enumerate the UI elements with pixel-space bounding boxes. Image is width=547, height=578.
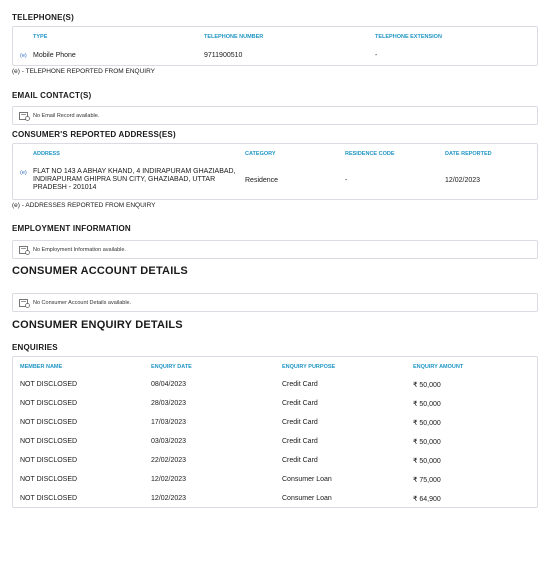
document-icon bbox=[19, 299, 30, 308]
enquiry-amount: ₹ 64,900 bbox=[413, 496, 441, 503]
enquiry-amount: ₹ 50,000 bbox=[413, 401, 441, 408]
enquiry-date: 28/03/2023 bbox=[151, 400, 187, 407]
account-empty-text: No Consumer Account Details available. bbox=[33, 300, 132, 306]
account-empty-box: No Consumer Account Details available. bbox=[12, 293, 538, 312]
telephone-number: 9711900510 bbox=[204, 52, 243, 59]
col-residence-code: RESIDENCE CODE bbox=[345, 151, 395, 157]
col-enquiry-purpose: ENQUIRY PURPOSE bbox=[282, 364, 336, 370]
table-row: NOT DISCLOSED 22/02/2023 Credit Card ₹ 5… bbox=[13, 456, 537, 475]
email-empty-text: No Email Record available. bbox=[33, 113, 100, 119]
telephone-table: TYPE TELEPHONE NUMBER TELEPHONE EXTENSIO… bbox=[12, 26, 538, 66]
enquiry-amount: ₹ 50,000 bbox=[413, 420, 441, 427]
enquiry-amount: ₹ 50,000 bbox=[413, 382, 441, 389]
enquiry-amount: ₹ 75,000 bbox=[413, 477, 441, 484]
member-name: NOT DISCLOSED bbox=[20, 419, 78, 426]
enquiry-tag: (e) bbox=[20, 170, 27, 176]
table-row: NOT DISCLOSED 08/04/2023 Credit Card ₹ 5… bbox=[13, 380, 537, 399]
date-reported: 12/02/2023 bbox=[445, 177, 481, 184]
col-telephone-number: TELEPHONE NUMBER bbox=[204, 34, 264, 40]
telephone-type: Mobile Phone bbox=[33, 52, 76, 59]
enquiry-tag: (e) bbox=[20, 53, 27, 59]
employment-empty-text: No Employment Information available. bbox=[33, 247, 126, 253]
enquiry-purpose: Credit Card bbox=[282, 457, 318, 464]
enquiry-date: 12/02/2023 bbox=[151, 495, 187, 502]
table-row: NOT DISCLOSED 28/03/2023 Credit Card ₹ 5… bbox=[13, 399, 537, 418]
col-address: ADDRESS bbox=[33, 151, 60, 157]
enquiry-purpose: Credit Card bbox=[282, 381, 318, 388]
enquiry-amount: ₹ 50,000 bbox=[413, 458, 441, 465]
col-enquiry-amount: ENQUIRY AMOUNT bbox=[413, 364, 464, 370]
address-note: (e) - ADDRESSES REPORTED FROM ENQUIRY bbox=[12, 202, 156, 209]
enquiry-date: 03/03/2023 bbox=[151, 438, 187, 445]
member-name: NOT DISCLOSED bbox=[20, 381, 78, 388]
col-telephone-extension: TELEPHONE EXTENSION bbox=[375, 34, 442, 40]
enquiry-purpose: Credit Card bbox=[282, 419, 318, 426]
employment-empty-box: No Employment Information available. bbox=[12, 240, 538, 259]
enquiry-date: 17/03/2023 bbox=[151, 419, 187, 426]
employment-heading: EMPLOYMENT INFORMATION bbox=[12, 224, 131, 233]
col-category: CATEGORY bbox=[245, 151, 276, 157]
telephone-heading: TELEPHONE(S) bbox=[12, 13, 74, 22]
email-empty-box: No Email Record available. bbox=[12, 106, 538, 125]
address-heading: CONSUMER'S REPORTED ADDRESS(ES) bbox=[12, 130, 176, 139]
account-details-heading: CONSUMER ACCOUNT DETAILS bbox=[12, 265, 188, 277]
member-name: NOT DISCLOSED bbox=[20, 400, 78, 407]
telephone-note: (e) - TELEPHONE REPORTED FROM ENQUIRY bbox=[12, 68, 156, 75]
enquiry-purpose: Consumer Loan bbox=[282, 495, 332, 502]
address-line-2: INDIRAPURAM GHIPRA SUN CITY, GHAZIABAD, … bbox=[33, 176, 216, 183]
address-line-3: PRADESH - 201014 bbox=[33, 184, 97, 191]
member-name: NOT DISCLOSED bbox=[20, 438, 78, 445]
member-name: NOT DISCLOSED bbox=[20, 476, 78, 483]
address-category: Residence bbox=[245, 177, 279, 184]
document-icon bbox=[19, 112, 30, 121]
table-row: NOT DISCLOSED 12/02/2023 Consumer Loan ₹… bbox=[13, 475, 537, 494]
telephone-extension: - bbox=[375, 52, 378, 59]
enquiry-date: 22/02/2023 bbox=[151, 457, 187, 464]
email-heading: EMAIL CONTACT(S) bbox=[12, 91, 92, 100]
enquiry-date: 08/04/2023 bbox=[151, 381, 187, 388]
table-row: NOT DISCLOSED 12/02/2023 Consumer Loan ₹… bbox=[13, 494, 537, 513]
enquiries-table: MEMBER NAME ENQUIRY DATE ENQUIRY PURPOSE… bbox=[12, 356, 538, 508]
member-name: NOT DISCLOSED bbox=[20, 457, 78, 464]
enquiry-purpose: Credit Card bbox=[282, 438, 318, 445]
col-member-name: MEMBER NAME bbox=[20, 364, 63, 370]
address-table: ADDRESS CATEGORY RESIDENCE CODE DATE REP… bbox=[12, 143, 538, 200]
document-icon bbox=[19, 246, 30, 255]
col-date-reported: DATE REPORTED bbox=[445, 151, 492, 157]
enquiry-date: 12/02/2023 bbox=[151, 476, 187, 483]
address-text: FLAT NO 143 A ABHAY KHAND, 4 INDIRAPURAM… bbox=[33, 168, 236, 192]
enquiry-amount: ₹ 50,000 bbox=[413, 439, 441, 446]
enquiries-heading: ENQUIRIES bbox=[12, 343, 58, 352]
residence-code: - bbox=[345, 177, 348, 184]
table-row: NOT DISCLOSED 17/03/2023 Credit Card ₹ 5… bbox=[13, 418, 537, 437]
address-line-1: FLAT NO 143 A ABHAY KHAND, 4 INDIRAPURAM… bbox=[33, 168, 236, 175]
col-type: TYPE bbox=[33, 34, 48, 40]
enquiry-purpose: Credit Card bbox=[282, 400, 318, 407]
enquiry-purpose: Consumer Loan bbox=[282, 476, 332, 483]
member-name: NOT DISCLOSED bbox=[20, 495, 78, 502]
enquiry-details-heading: CONSUMER ENQUIRY DETAILS bbox=[12, 319, 183, 331]
col-enquiry-date: ENQUIRY DATE bbox=[151, 364, 192, 370]
table-row: NOT DISCLOSED 03/03/2023 Credit Card ₹ 5… bbox=[13, 437, 537, 456]
